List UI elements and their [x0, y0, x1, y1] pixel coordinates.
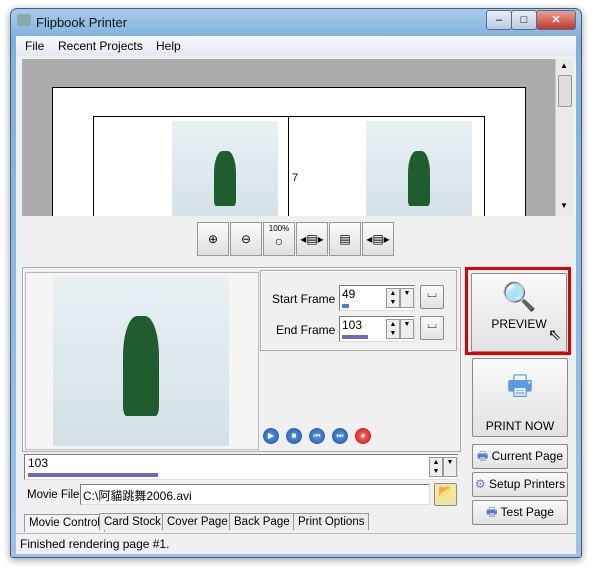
- set-end-frame-button[interactable]: ⌴: [420, 316, 444, 340]
- start-frame-input[interactable]: 49 ▲ ▼ ▼: [339, 285, 415, 311]
- test-page-icon: 🖶: [486, 505, 498, 519]
- close-button[interactable]: ✕: [536, 10, 576, 30]
- current-page-label: Current Page: [491, 449, 564, 463]
- menu-file[interactable]: File: [25, 39, 44, 53]
- fit-page-icon[interactable]: ◂▤▸: [362, 222, 394, 256]
- set-start-frame-button[interactable]: ⌴: [420, 285, 444, 309]
- movie-file-label: Movie File:: [27, 489, 83, 501]
- window-title: Flipbook Printer: [36, 15, 128, 30]
- start-frame-label: Start Frame #: [272, 292, 346, 306]
- status-text: Finished rendering page #1.: [20, 537, 170, 551]
- card-divider: [288, 116, 289, 216]
- print-preview-canvas[interactable]: 7: [22, 59, 555, 216]
- menu-recent-projects[interactable]: Recent Projects: [58, 39, 143, 53]
- previous-icon[interactable]: ⏮: [309, 428, 325, 444]
- minimize-button[interactable]: –: [486, 10, 512, 30]
- end-frame-progress: [342, 335, 368, 339]
- maximize-button[interactable]: □: [511, 10, 537, 30]
- tab-card-stock[interactable]: Card Stock: [99, 513, 166, 530]
- spin-updown[interactable]: ▲ ▼: [386, 288, 400, 308]
- tab-cover-page[interactable]: Cover Page: [162, 513, 233, 530]
- end-frame-label: End Frame #: [276, 323, 346, 337]
- frame-thumbnail: [366, 121, 472, 216]
- record-icon[interactable]: ●: [355, 428, 371, 444]
- movie-file-value: C:\阿貓跳舞2006.avi: [83, 489, 192, 503]
- current-page-button[interactable]: 🖶 Current Page: [472, 444, 568, 469]
- frame-thumbnail: [172, 121, 278, 216]
- preview-printer-icon: 🔍: [501, 281, 537, 312]
- status-bar: Finished rendering page #1.: [16, 533, 576, 554]
- tab-movie-control[interactable]: Movie Control: [24, 514, 105, 532]
- print-now-button[interactable]: 🖶 PRINT NOW: [472, 358, 568, 437]
- dropdown-arrow[interactable]: ▼: [400, 288, 414, 308]
- setup-printers-icon: ⚙: [474, 477, 486, 491]
- printer-app-icon: [17, 14, 31, 26]
- tab-back-page[interactable]: Back Page: [229, 513, 295, 530]
- start-frame-progress: [342, 304, 350, 308]
- setup-printers-label: Setup Printers: [489, 477, 566, 491]
- page-number: 7: [292, 172, 299, 184]
- spin-updown[interactable]: ▲ ▼: [429, 457, 443, 477]
- start-frame-value: 49: [342, 287, 356, 301]
- open-folder-icon[interactable]: 📂: [434, 483, 457, 506]
- preview-page: 7: [52, 87, 526, 216]
- printer-icon: 🖶: [476, 449, 489, 463]
- setup-printers-button[interactable]: ⚙ Setup Printers: [472, 472, 568, 497]
- movie-file-input[interactable]: C:\阿貓跳舞2006.avi: [80, 484, 430, 505]
- stop-icon[interactable]: ■: [286, 428, 302, 444]
- tab-print-options[interactable]: Print Options: [293, 513, 370, 530]
- next-icon[interactable]: ⏭: [332, 428, 348, 444]
- frame-progress: [28, 473, 158, 477]
- print-now-label: PRINT NOW: [485, 419, 555, 433]
- frame-slider-input[interactable]: 103 ▲ ▼ ▼: [24, 454, 458, 480]
- printer-icon: 🖶: [506, 370, 534, 401]
- dropdown-arrow[interactable]: ▼: [400, 319, 414, 339]
- end-frame-input[interactable]: 103 ▲ ▼ ▼: [339, 316, 415, 342]
- test-page-label: Test Page: [500, 505, 554, 519]
- zoom-100-label: 100%: [268, 224, 290, 233]
- scroll-thumb[interactable]: [558, 75, 572, 107]
- fit-width-icon[interactable]: ◂▤▸: [296, 222, 328, 256]
- zoom-out-icon[interactable]: ⊖: [230, 222, 262, 256]
- end-frame-value: 103: [342, 318, 363, 332]
- spin-updown[interactable]: ▲ ▼: [386, 319, 400, 339]
- test-page-button[interactable]: 🖶 Test Page: [472, 500, 568, 525]
- play-icon[interactable]: ▶: [263, 428, 279, 444]
- dropdown-arrow[interactable]: ▼: [443, 457, 457, 477]
- mouse-cursor: ⇖: [548, 327, 562, 344]
- zoom-in-icon[interactable]: ⊕: [197, 222, 229, 256]
- video-preview: [25, 272, 259, 450]
- menu-help[interactable]: Help: [156, 39, 181, 53]
- vertical-scrollbar[interactable]: ▲ ▼: [555, 59, 573, 216]
- zoom-100-icon[interactable]: 100% ○: [263, 222, 295, 256]
- frame-value: 103: [28, 456, 49, 470]
- fit-height-icon[interactable]: ▤: [329, 222, 361, 256]
